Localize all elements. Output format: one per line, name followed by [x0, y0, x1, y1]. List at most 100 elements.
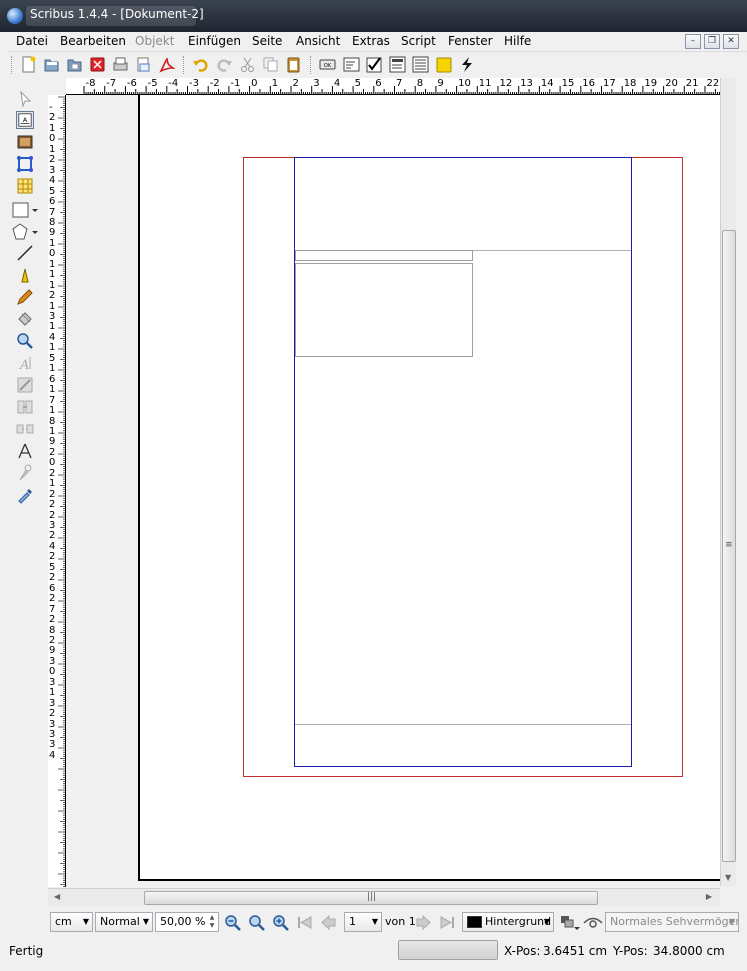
- pdf-button-icon[interactable]: OK: [319, 56, 336, 73]
- horizontal-ruler[interactable]: -8 -7 -6 -5 -4 -3 -2 -1 0 1 2 3 4 5 6 7 8 9 10 11 12 13 14 15 16…: [66, 78, 720, 95]
- page-select[interactable]: 1 ▼: [344, 912, 382, 932]
- pdf-listbox-icon[interactable]: [412, 56, 429, 73]
- scribus-app-icon[interactable]: [7, 8, 23, 24]
- menu-objekt[interactable]: Objekt: [135, 34, 174, 48]
- ruler-label: 2: [49, 708, 56, 720]
- horizontal-scrollbar[interactable]: ◀ ||| ▶: [48, 888, 720, 906]
- spinner-arrows-icon[interactable]: ▲ ▼: [207, 914, 217, 930]
- ruler-label: 2: [49, 551, 56, 563]
- export-pdf-icon[interactable]: [158, 56, 175, 73]
- layer-select[interactable]: Hintergrund ▼: [462, 912, 554, 932]
- document-canvas[interactable]: [66, 95, 720, 887]
- window-title: Scribus 1.4.4 - [Dokument-2]: [30, 7, 204, 21]
- menu-extras[interactable]: Extras: [352, 34, 390, 48]
- menu-bearbeiten[interactable]: Bearbeiten: [60, 34, 126, 48]
- vertical-ruler[interactable]: -210123456789101112131415161718192021222…: [48, 95, 66, 887]
- image-frame-icon[interactable]: [16, 133, 34, 151]
- close-document-icon[interactable]: ✕: [723, 34, 739, 49]
- unit-select[interactable]: cm ▼: [50, 912, 93, 932]
- ruler-label: 1: [49, 321, 56, 333]
- bezier-pen-icon[interactable]: [16, 266, 34, 284]
- ruler-label: 4: [49, 175, 56, 187]
- horizontal-scrollbar-thumb[interactable]: |||: [144, 891, 598, 905]
- open-recent-icon[interactable]: [66, 56, 83, 73]
- text-frame-icon[interactable]: A: [16, 111, 34, 129]
- menu-datei[interactable]: Datei: [16, 34, 48, 48]
- zoom-in-icon[interactable]: [272, 914, 289, 931]
- pdf-textfield-icon[interactable]: [343, 56, 360, 73]
- text-frame-small[interactable]: [295, 250, 473, 261]
- toolbar-grip: [11, 56, 12, 74]
- zoom-reset-icon[interactable]: [248, 914, 265, 931]
- menu-einfuegen[interactable]: Einfügen: [188, 34, 241, 48]
- restore-icon[interactable]: ❐: [704, 34, 720, 49]
- page-value: 1: [349, 915, 356, 928]
- minimize-icon[interactable]: –: [685, 34, 701, 49]
- menu-script[interactable]: Script: [401, 34, 436, 48]
- print-icon[interactable]: [112, 56, 129, 73]
- cut-icon[interactable]: [239, 56, 256, 73]
- link-frames-icon[interactable]: [16, 398, 34, 416]
- vertical-scrollbar[interactable]: ≡ ▼: [720, 78, 736, 886]
- preflight-icon[interactable]: [135, 56, 152, 73]
- ruler-label: 9: [49, 227, 56, 239]
- rotate-icon[interactable]: [16, 310, 34, 328]
- polygon-icon[interactable]: [12, 223, 38, 241]
- render-frame-icon[interactable]: [16, 155, 34, 173]
- new-document-icon[interactable]: [20, 56, 37, 73]
- unlink-frames-icon[interactable]: [16, 420, 34, 438]
- undo-icon[interactable]: [192, 56, 209, 73]
- ruler-label: -8: [85, 78, 96, 89]
- zoom-input[interactable]: 50,00 % ▲ ▼: [155, 912, 219, 932]
- ruler-corner[interactable]: [48, 78, 66, 95]
- ruler-label: 1: [49, 687, 56, 699]
- vision-mode-select[interactable]: Normales Sehvermögen ▼: [605, 912, 739, 932]
- paste-icon[interactable]: [285, 56, 302, 73]
- previous-page-icon[interactable]: [320, 914, 337, 931]
- text-annotation-icon[interactable]: [435, 56, 452, 73]
- last-page-icon[interactable]: [439, 914, 456, 931]
- copy-icon[interactable]: [262, 56, 279, 73]
- select-arrow-icon[interactable]: [16, 90, 34, 108]
- menu-hilfe[interactable]: Hilfe: [504, 34, 531, 48]
- visual-preview-eye-icon[interactable]: [583, 914, 603, 931]
- edit-text-icon[interactable]: A: [16, 354, 34, 372]
- margin-guide: [294, 157, 632, 767]
- mode-select[interactable]: Normal ▼: [95, 912, 153, 932]
- svg-text:OK: OK: [324, 63, 332, 69]
- scroll-down-arrow-icon[interactable]: ▼: [725, 873, 731, 882]
- zoom-icon[interactable]: [16, 332, 34, 350]
- menu-ansicht[interactable]: Ansicht: [296, 34, 340, 48]
- link-annotation-icon[interactable]: [458, 56, 475, 73]
- text-frame-large[interactable]: [295, 263, 473, 357]
- scroll-left-arrow-icon[interactable]: ◀: [54, 892, 60, 901]
- pdf-combobox-icon[interactable]: [389, 56, 406, 73]
- ruler-label: -6: [126, 78, 137, 89]
- ruler-label: 2: [49, 499, 56, 511]
- status-message: Fertig: [9, 944, 44, 958]
- ruler-label: 1: [49, 363, 56, 375]
- xpos-label: X-Pos:: [504, 944, 541, 958]
- menu-seite[interactable]: Seite: [252, 34, 282, 48]
- shape-icon[interactable]: [12, 201, 38, 219]
- ruler-label: 1: [49, 478, 56, 490]
- measure-icon[interactable]: [16, 442, 34, 460]
- zoom-out-icon[interactable]: [224, 914, 241, 931]
- table-icon[interactable]: [16, 177, 34, 195]
- eyedropper-icon[interactable]: [16, 486, 34, 504]
- freehand-pencil-icon[interactable]: [16, 288, 34, 306]
- close-icon[interactable]: [89, 56, 106, 73]
- edit-contents-icon[interactable]: [16, 376, 34, 394]
- first-page-icon[interactable]: [296, 914, 313, 931]
- preview-mode-icon[interactable]: [560, 914, 580, 931]
- redo-icon[interactable]: [216, 56, 233, 73]
- line-icon[interactable]: [16, 244, 34, 262]
- pdf-checkbox-icon[interactable]: [366, 56, 383, 73]
- next-page-icon[interactable]: [415, 914, 432, 931]
- ruler-label: 3: [313, 78, 320, 89]
- open-icon[interactable]: [43, 56, 60, 73]
- main-toolbar: OK: [8, 52, 747, 78]
- menu-fenster[interactable]: Fenster: [448, 34, 493, 48]
- scroll-right-arrow-icon[interactable]: ▶: [706, 892, 712, 901]
- copy-properties-icon[interactable]: [16, 464, 34, 482]
